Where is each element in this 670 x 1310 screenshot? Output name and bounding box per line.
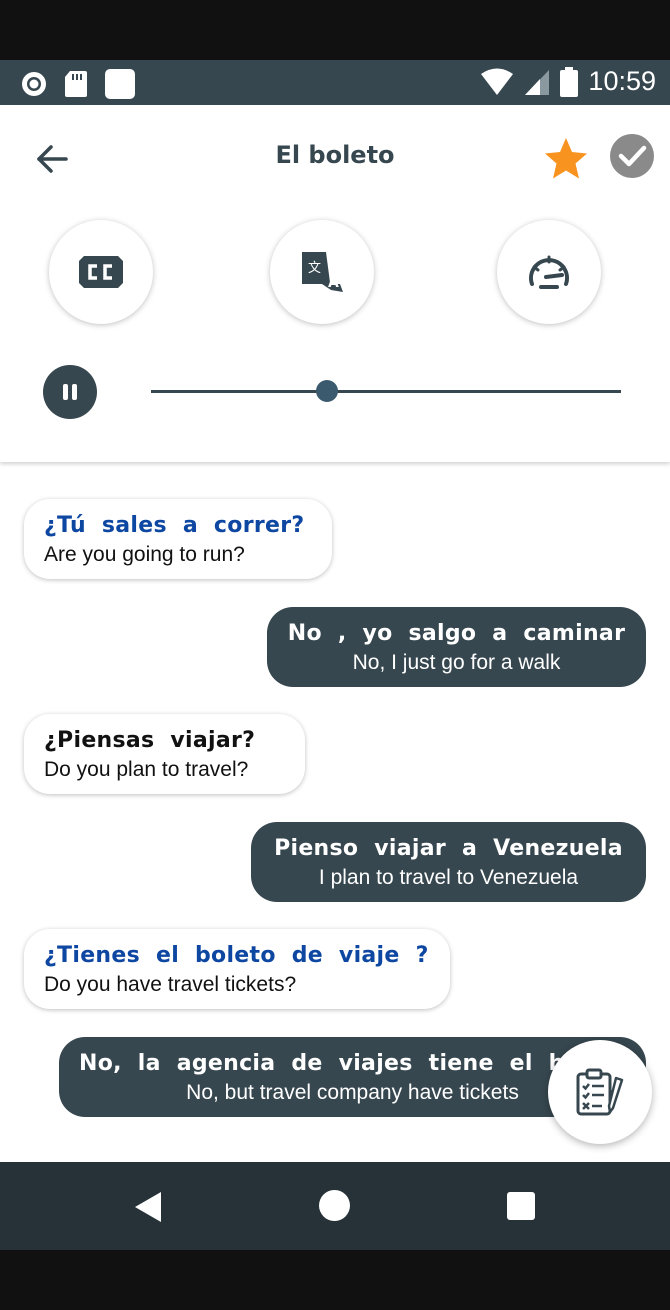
pause-button[interactable] bbox=[43, 365, 97, 419]
top-bezel bbox=[0, 0, 670, 60]
spanish-text: ¿Tienes el boleto de viaje ? bbox=[44, 943, 429, 968]
nav-recents-icon[interactable] bbox=[507, 1192, 535, 1220]
spanish-text: No, la agencia de viajes tiene el boleto bbox=[79, 1051, 630, 1076]
status-bar: 10:59 bbox=[0, 60, 670, 105]
message-bubble[interactable]: ¿Tú sales a correr? Are you going to run… bbox=[24, 499, 332, 579]
done-button[interactable] bbox=[610, 134, 654, 178]
spanish-text: No , yo salgo a caminar bbox=[287, 621, 626, 646]
translate-icon: 文 A bbox=[302, 252, 343, 292]
notification-icons bbox=[20, 68, 136, 100]
audio-progress-slider[interactable] bbox=[151, 390, 621, 393]
speed-button[interactable] bbox=[497, 220, 601, 324]
star-icon bbox=[545, 138, 587, 179]
message-bubble[interactable]: ¿Tienes el boleto de viaje ? Do you have… bbox=[24, 929, 450, 1009]
phone-screen: 10:59 El boleto 文 A ¿Tú sales a correr? … bbox=[0, 0, 670, 1310]
lesson-header: El boleto 文 A bbox=[0, 105, 670, 462]
cell-signal-icon bbox=[525, 69, 550, 95]
lesson-app: El boleto 文 A ¿Tú sales a correr? Are yo… bbox=[0, 105, 670, 1162]
status-time: 10:59 bbox=[588, 66, 656, 96]
android-navigation-bar bbox=[0, 1162, 670, 1250]
bottom-bezel bbox=[0, 1250, 670, 1310]
quiz-button[interactable] bbox=[548, 1040, 652, 1144]
slider-thumb[interactable] bbox=[316, 380, 339, 402]
pause-icon bbox=[63, 384, 77, 400]
message-bubble[interactable]: ¿Piensas viajar? Do you plan to travel? bbox=[24, 714, 305, 794]
spanish-text: ¿Piensas viajar? bbox=[44, 728, 256, 753]
english-text: Do you have travel tickets? bbox=[44, 973, 297, 996]
english-text: Are you going to run? bbox=[44, 543, 245, 566]
english-text: No, but travel company have tickets bbox=[186, 1081, 519, 1104]
message-bubble[interactable]: No , yo salgo a caminar No, I just go fo… bbox=[267, 607, 646, 687]
message-bubble[interactable]: Pienso viajar a Venezuela I plan to trav… bbox=[251, 822, 646, 902]
battery-icon bbox=[560, 66, 579, 97]
speedometer-icon bbox=[529, 255, 569, 289]
check-circle-icon bbox=[618, 145, 647, 167]
app-square-icon bbox=[105, 69, 135, 99]
nav-home-icon[interactable] bbox=[319, 1190, 350, 1221]
sd-card-icon bbox=[65, 71, 87, 97]
translate-button[interactable]: 文 A bbox=[270, 220, 374, 324]
spanish-text: Pienso viajar a Venezuela bbox=[274, 836, 623, 861]
closed-captions-icon bbox=[79, 256, 123, 288]
clipboard-checklist-icon bbox=[576, 1068, 624, 1116]
nav-back-icon[interactable] bbox=[133, 1190, 163, 1224]
system-icons: 10:59 bbox=[480, 66, 656, 97]
svg-text:A: A bbox=[328, 275, 339, 291]
favorite-button[interactable] bbox=[542, 135, 590, 183]
english-text: No, I just go for a walk bbox=[352, 651, 561, 674]
english-text: Do you plan to travel? bbox=[44, 758, 249, 781]
wifi-icon bbox=[481, 68, 514, 95]
record-icon bbox=[22, 72, 46, 96]
spanish-text: ¿Tú sales a correr? bbox=[44, 513, 305, 538]
captions-button[interactable] bbox=[49, 220, 153, 324]
english-text: I plan to travel to Venezuela bbox=[318, 866, 579, 889]
svg-text:文: 文 bbox=[308, 261, 321, 276]
